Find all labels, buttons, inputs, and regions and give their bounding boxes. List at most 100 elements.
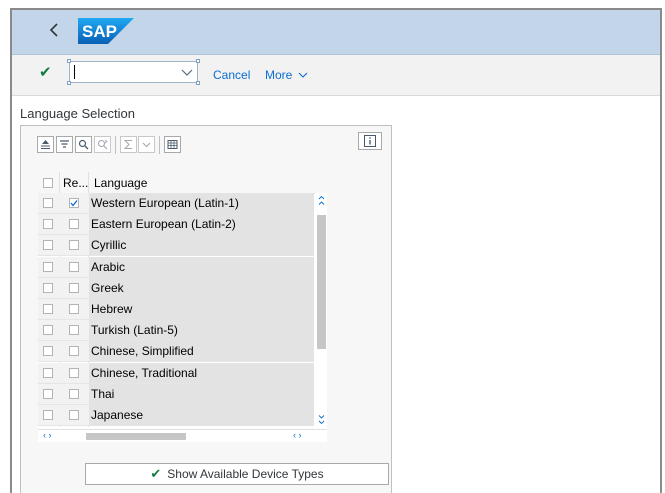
command-input[interactable] xyxy=(74,64,178,80)
vertical-scroll-thumb[interactable] xyxy=(317,215,326,349)
relevant-checkbox[interactable] xyxy=(69,325,79,336)
row-select-checkbox[interactable] xyxy=(43,410,53,420)
column-header-re[interactable]: Re... xyxy=(63,176,88,190)
cancel-button[interactable]: Cancel xyxy=(213,68,250,82)
table-icon xyxy=(167,140,178,149)
relevant-checkbox[interactable] xyxy=(69,346,79,357)
relevant-checkbox[interactable] xyxy=(69,240,79,251)
sum-options-button[interactable] xyxy=(138,136,155,153)
table-row[interactable]: Arabic xyxy=(38,256,314,278)
language-label: Thai xyxy=(91,386,115,401)
column-header-language[interactable]: Language xyxy=(94,176,147,190)
table-row[interactable]: Thai xyxy=(38,383,314,405)
sum-icon xyxy=(123,140,132,149)
select-all-checkbox[interactable] xyxy=(43,178,53,188)
selection-handle xyxy=(196,81,200,85)
relevant-checkbox[interactable] xyxy=(69,367,79,378)
selection-handle xyxy=(67,59,71,63)
scroll-up-icon[interactable] xyxy=(318,195,325,206)
filter-button[interactable] xyxy=(56,136,73,153)
language-label: Eastern European (Latin-2) xyxy=(91,217,236,232)
language-label: Arabic xyxy=(91,259,126,274)
table-row[interactable]: Cyrillic xyxy=(38,235,314,257)
scroll-left-right-icon[interactable]: ‹ › xyxy=(43,431,52,440)
text-cursor xyxy=(74,65,75,79)
language-label: Chinese, Traditional xyxy=(91,365,198,380)
language-label: Western European (Latin-1) xyxy=(91,196,239,210)
table-row[interactable]: Chinese, Traditional xyxy=(38,362,314,384)
relevant-checkbox[interactable] xyxy=(69,219,79,230)
row-select-checkbox[interactable] xyxy=(43,261,53,272)
sap-window: SAP ✔ Cancel More Language Selection Re.… xyxy=(10,8,662,493)
check-icon: ✔ xyxy=(150,466,162,481)
row-select-checkbox[interactable] xyxy=(43,219,53,230)
table-header: Re... Language xyxy=(38,172,327,194)
filter-icon xyxy=(60,140,69,148)
table-row[interactable]: Japanese xyxy=(38,405,314,426)
scroll-down-icon[interactable] xyxy=(318,414,325,425)
language-label: Chinese, Simplified xyxy=(91,344,194,359)
language-table: Re... Language Western European (Latin-1… xyxy=(38,172,327,442)
sap-logo: SAP xyxy=(78,18,134,44)
row-select-checkbox[interactable] xyxy=(43,198,53,208)
language-label: Turkish (Latin-5) xyxy=(91,323,178,338)
toolbar-separator xyxy=(115,136,116,154)
language-label: Japanese xyxy=(91,408,144,422)
horizontal-scrollbar[interactable]: ‹ › ‹ › xyxy=(38,429,327,442)
selection-handle xyxy=(196,59,200,63)
chevron-down-icon[interactable] xyxy=(181,65,193,79)
row-select-checkbox[interactable] xyxy=(43,240,53,251)
relevant-checkbox[interactable] xyxy=(69,388,79,399)
relevant-checkbox[interactable] xyxy=(69,261,79,272)
vertical-scrollbar[interactable] xyxy=(315,193,327,427)
row-select-checkbox[interactable] xyxy=(43,325,53,336)
more-label: More xyxy=(265,68,293,82)
show-available-device-types-button[interactable]: ✔ Show Available Device Types xyxy=(85,463,389,485)
language-label: Cyrillic xyxy=(91,238,127,253)
back-button[interactable] xyxy=(44,20,64,40)
info-button[interactable] xyxy=(358,132,382,150)
find-button[interactable] xyxy=(75,136,92,153)
language-panel: Re... Language Western European (Latin-1… xyxy=(20,125,392,493)
chevron-down-icon xyxy=(298,72,308,78)
scroll-left-right-icon[interactable]: ‹ › xyxy=(293,431,302,440)
table-row[interactable]: Eastern European (Latin-2) xyxy=(38,214,314,236)
sort-ascending-icon xyxy=(41,140,50,149)
language-label: Hebrew xyxy=(91,302,133,316)
table-row[interactable]: Chinese, Simplified xyxy=(38,341,314,363)
table-row[interactable]: Greek xyxy=(38,277,314,299)
row-select-checkbox[interactable] xyxy=(43,304,53,314)
sum-button[interactable] xyxy=(120,136,137,153)
table-row[interactable]: Western European (Latin-1) xyxy=(38,193,314,214)
layout-button[interactable] xyxy=(164,136,181,153)
relevant-checkbox[interactable] xyxy=(69,410,79,420)
checkmark-icon xyxy=(70,200,78,207)
row-select-checkbox[interactable] xyxy=(43,346,53,357)
row-select-checkbox[interactable] xyxy=(43,367,53,378)
row-select-checkbox[interactable] xyxy=(43,282,53,293)
row-select-checkbox[interactable] xyxy=(43,388,53,399)
toolbar-separator xyxy=(159,136,160,154)
button-label: Show Available Device Types xyxy=(167,467,324,481)
relevant-checkbox[interactable] xyxy=(69,198,79,208)
horizontal-scroll-thumb[interactable] xyxy=(86,433,186,440)
sort-ascending-button[interactable] xyxy=(37,136,54,153)
shell-bar: SAP xyxy=(12,10,660,55)
chevron-down-icon xyxy=(142,142,151,148)
relevant-checkbox[interactable] xyxy=(69,282,79,293)
confirm-check-icon[interactable]: ✔ xyxy=(39,65,52,81)
more-menu-button[interactable]: More xyxy=(265,68,308,82)
svg-text:SAP: SAP xyxy=(82,22,117,41)
command-field[interactable] xyxy=(67,59,200,85)
chevron-left-icon xyxy=(49,23,58,37)
language-label: Greek xyxy=(91,280,124,295)
find-next-button[interactable] xyxy=(94,136,111,153)
application-toolbar: ✔ Cancel More xyxy=(12,55,660,96)
search-icon xyxy=(78,139,89,150)
relevant-checkbox[interactable] xyxy=(69,304,79,314)
section-title: Language Selection xyxy=(20,106,135,121)
info-icon xyxy=(364,135,376,147)
table-row[interactable]: Hebrew xyxy=(38,299,314,320)
table-row[interactable]: Turkish (Latin-5) xyxy=(38,320,314,342)
search-next-icon xyxy=(97,139,108,150)
